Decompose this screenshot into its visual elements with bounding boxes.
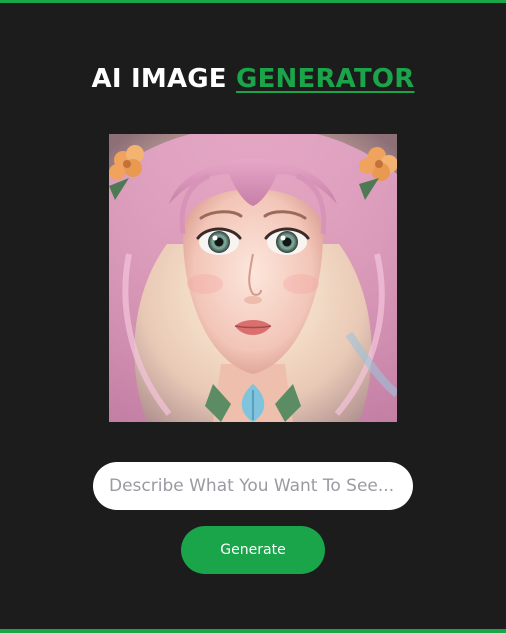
prompt-input[interactable]	[93, 462, 413, 510]
generate-button[interactable]: Generate	[181, 526, 325, 574]
title-main-text: AI IMAGE	[91, 64, 227, 94]
page-title: AI IMAGE GENERATOR	[0, 61, 506, 97]
generated-image	[109, 134, 397, 422]
app-container: AI IMAGE GENERATOR Describe What You Wan…	[0, 0, 506, 633]
title-accent-text: GENERATOR	[236, 64, 415, 94]
portrait-illustration	[109, 134, 397, 422]
